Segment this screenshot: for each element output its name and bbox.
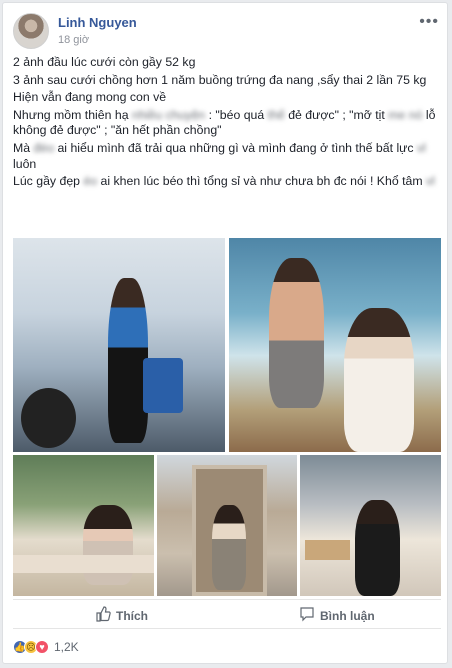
text-line: Mà đéo ai hiểu mình đã trải qua những gì… — [13, 141, 441, 172]
text-segment: đẻ được" ; "mỡ tịt — [288, 107, 385, 122]
text-segment: ai khen lúc béo thì tổng sỉ và như chưa … — [100, 174, 399, 189]
text-segment: tâm — [402, 174, 423, 189]
comment-label: Bình luận — [320, 608, 375, 623]
text-line: 2 ảnh đầu lúc cưới còn gầy 52 kg — [13, 55, 196, 69]
photo-terrace[interactable] — [300, 455, 441, 596]
thumbs-up-icon — [95, 606, 111, 625]
more-options-icon[interactable]: ••• — [419, 13, 439, 31]
comment-button[interactable]: Bình luận — [299, 606, 375, 625]
text-segment: Mà — [13, 140, 31, 155]
reaction-summary[interactable]: 👍 ☹ ♥ 1,2K — [13, 637, 79, 657]
text-line: 3 ảnh sau cưới chồng hơn 1 năm buồng trứ… — [13, 72, 427, 87]
text-segment: : "béo quá — [208, 107, 265, 122]
comment-icon — [299, 606, 315, 625]
post-header: Linh Nguyen 18 giờ ••• — [13, 13, 439, 49]
blurred-text: đéo — [33, 140, 55, 155]
post-card: Linh Nguyen 18 giờ ••• 2 ảnh đầu lúc cướ… — [2, 2, 448, 664]
photo-doorway[interactable] — [157, 455, 297, 596]
photo-wedding[interactable] — [229, 238, 441, 452]
text-line: Hiện vẫn đang mong con về — [13, 90, 167, 105]
reaction-count: 1,2K — [54, 640, 79, 654]
photo-gym[interactable] — [13, 238, 225, 452]
post-text: 2 ảnh đầu lúc cưới còn gầy 52 kg 3 ảnh s… — [13, 55, 441, 192]
photo-cafe[interactable] — [13, 455, 154, 596]
blurred-text: me — [388, 107, 406, 122]
text-segment: luôn — [13, 156, 37, 171]
text-line: Nhưng mồm thiên hạ nhiều chuyện : "béo q… — [13, 108, 441, 139]
photo-grid — [13, 238, 441, 596]
blurred-text: thế — [267, 107, 285, 122]
like-label: Thích — [116, 608, 148, 623]
like-button[interactable]: Thích — [95, 606, 148, 625]
avatar[interactable] — [13, 13, 49, 49]
blurred-text: nó — [408, 107, 423, 122]
blurred-text: vl — [426, 174, 435, 189]
blurred-text: éo — [83, 174, 98, 189]
text-line: Lúc gầy đẹp éo ai khen lúc béo thì tổng … — [13, 174, 441, 190]
text-segment: Lúc gầy đẹp — [13, 174, 81, 189]
author-name[interactable]: Linh Nguyen — [58, 15, 137, 30]
text-segment: Nhưng mồm thiên hạ — [13, 107, 129, 122]
blurred-text: vl — [416, 140, 426, 155]
action-bar: Thích Bình luận — [13, 599, 441, 629]
post-time[interactable]: 18 giờ — [58, 34, 89, 46]
text-segment: ai hiểu mình đã trải qua những gì và mìn… — [57, 140, 414, 155]
love-reaction-icon: ♥ — [35, 640, 49, 654]
blurred-text: nhiều chuyện — [131, 107, 206, 122]
